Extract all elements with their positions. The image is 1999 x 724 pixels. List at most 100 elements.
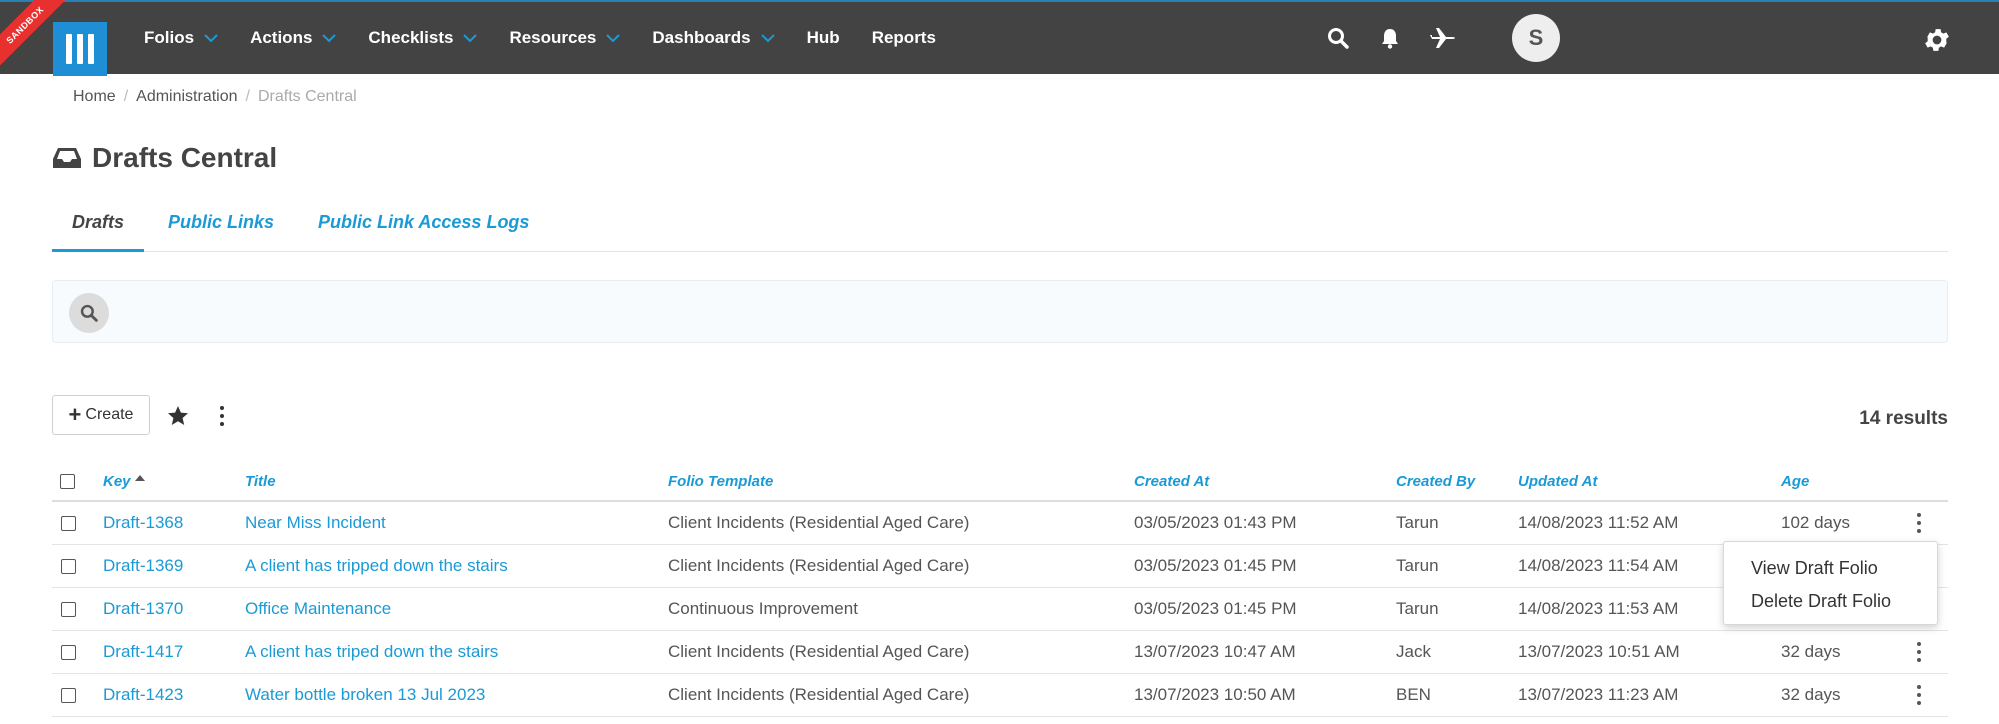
created-at: 03/05/2023 01:45 PM [1134,599,1297,618]
nav-folios[interactable]: Folios [144,28,218,48]
created-by: BEN [1396,685,1431,704]
nav-resources[interactable]: Resources [509,28,621,48]
draft-title-link[interactable]: A client has tripped down the stairs [245,545,508,587]
tab-public-link-access-logs[interactable]: Public Link Access Logs [298,200,549,252]
created-at: 03/05/2023 01:43 PM [1134,513,1297,532]
kebab-icon [1916,642,1922,662]
updated-at: 13/07/2023 11:23 AM [1518,685,1679,704]
chevron-down-icon [606,34,621,43]
search-icon [80,304,98,322]
created-at: 13/07/2023 10:47 AM [1134,642,1296,661]
draft-key-link[interactable]: Draft-1417 [103,631,183,673]
search-panel [52,280,1948,343]
more-options-button[interactable] [212,404,232,428]
view-draft-folio-option[interactable]: View Draft Folio [1724,552,1937,585]
column-created-by[interactable]: Created By [1396,462,1475,500]
page-title: Drafts Central [52,142,277,174]
folio-template: Client Incidents (Residential Aged Care) [668,556,970,575]
nav-actions[interactable]: Actions [250,28,337,48]
bell-icon[interactable] [1375,23,1405,53]
drafts-table: Key Title Folio Template Created At Crea… [52,462,1948,717]
top-navbar: SANDBOX Folios Actions Checklists Resour… [0,0,1999,76]
updated-at: 14/08/2023 11:53 AM [1518,599,1679,618]
main-nav: Folios Actions Checklists Resources Dash… [144,2,968,74]
settings-gear-icon[interactable] [1922,25,1952,55]
star-icon[interactable] [166,404,190,428]
breadcrumb-administration[interactable]: Administration [136,88,237,106]
table-row: Draft-1369 A client has tripped down the… [52,545,1948,588]
updated-at: 14/08/2023 11:52 AM [1518,513,1679,532]
nav-hub[interactable]: Hub [807,28,840,48]
breadcrumb: Home / Administration / Drafts Central [73,88,357,106]
kebab-icon [1916,513,1922,533]
create-button[interactable]: + Create [52,395,150,435]
breadcrumb-current: Drafts Central [257,88,357,105]
folio-template: Client Incidents (Residential Aged Care) [668,685,970,704]
column-created-at[interactable]: Created At [1134,462,1209,500]
nav-reports[interactable]: Reports [872,28,936,48]
inbox-icon [53,148,81,168]
row-checkbox[interactable] [61,644,76,660]
created-by: Jack [1396,642,1431,661]
search-icon[interactable] [1323,23,1353,53]
row-checkbox[interactable] [61,558,76,574]
age: 32 days [1781,685,1841,704]
column-age[interactable]: Age [1781,462,1809,500]
row-checkbox[interactable] [61,515,76,531]
row-actions-button[interactable] [1916,631,1922,673]
row-actions-button[interactable] [1916,674,1922,716]
table-row: Draft-1417 A client has triped down the … [52,631,1948,674]
gear-icon[interactable] [1525,23,1555,53]
chevron-down-icon [760,34,775,43]
draft-key-link[interactable]: Draft-1423 [103,674,183,716]
folio-template: Continuous Improvement [668,599,858,618]
row-checkbox[interactable] [61,601,76,617]
row-context-menu: View Draft Folio Delete Draft Folio [1723,541,1938,625]
draft-key-link[interactable]: Draft-1370 [103,588,183,630]
draft-title-link[interactable]: Office Maintenance [245,588,391,630]
chevron-down-icon [204,34,218,43]
kebab-icon [1916,685,1922,705]
nav-dashboards[interactable]: Dashboards [652,28,775,48]
app-logo[interactable] [53,22,107,76]
created-by: Tarun [1396,556,1439,575]
updated-at: 14/08/2023 11:54 AM [1518,556,1679,575]
tab-public-links[interactable]: Public Links [148,200,294,252]
tab-drafts[interactable]: Drafts [52,200,145,252]
row-actions-button[interactable] [1916,502,1922,544]
nav-checklists[interactable]: Checklists [368,28,478,48]
search-button[interactable] [69,293,109,333]
plane-icon[interactable] [1428,23,1458,53]
row-checkbox[interactable] [61,687,76,703]
breadcrumb-home[interactable]: Home [73,88,116,106]
column-folio-template[interactable]: Folio Template [668,462,773,500]
results-count: 14 results [1859,408,1948,429]
column-key[interactable]: Key [103,462,145,500]
table-row: Draft-1370 Office Maintenance Continuous… [52,588,1948,631]
created-by: Tarun [1396,599,1439,618]
table-header: Key Title Folio Template Created At Crea… [52,462,1948,502]
created-by: Tarun [1396,513,1439,532]
delete-draft-folio-option[interactable]: Delete Draft Folio [1724,585,1937,618]
table-row: Draft-1368 Near Miss Incident Client Inc… [52,502,1948,545]
created-at: 03/05/2023 01:45 PM [1134,556,1297,575]
age: 32 days [1781,642,1841,661]
kebab-icon [219,406,225,426]
plus-icon: + [68,402,82,427]
folio-template: Client Incidents (Residential Aged Care) [668,513,970,532]
chevron-down-icon [322,34,337,43]
draft-title-link[interactable]: A client has triped down the stairs [245,631,498,673]
draft-key-link[interactable]: Draft-1369 [103,545,183,587]
draft-key-link[interactable]: Draft-1368 [103,502,183,544]
created-at: 13/07/2023 10:50 AM [1134,685,1296,704]
draft-title-link[interactable]: Water bottle broken 13 Jul 2023 [245,674,485,716]
draft-title-link[interactable]: Near Miss Incident [245,502,386,544]
updated-at: 13/07/2023 10:51 AM [1518,642,1680,661]
column-updated-at[interactable]: Updated At [1518,462,1597,500]
chevron-down-icon [463,34,478,43]
folio-template: Client Incidents (Residential Aged Care) [668,642,970,661]
column-title[interactable]: Title [245,462,276,500]
age: 102 days [1781,513,1850,532]
tab-bar: Drafts Public Links Public Link Access L… [52,200,1948,252]
select-all-checkbox[interactable] [60,473,75,489]
